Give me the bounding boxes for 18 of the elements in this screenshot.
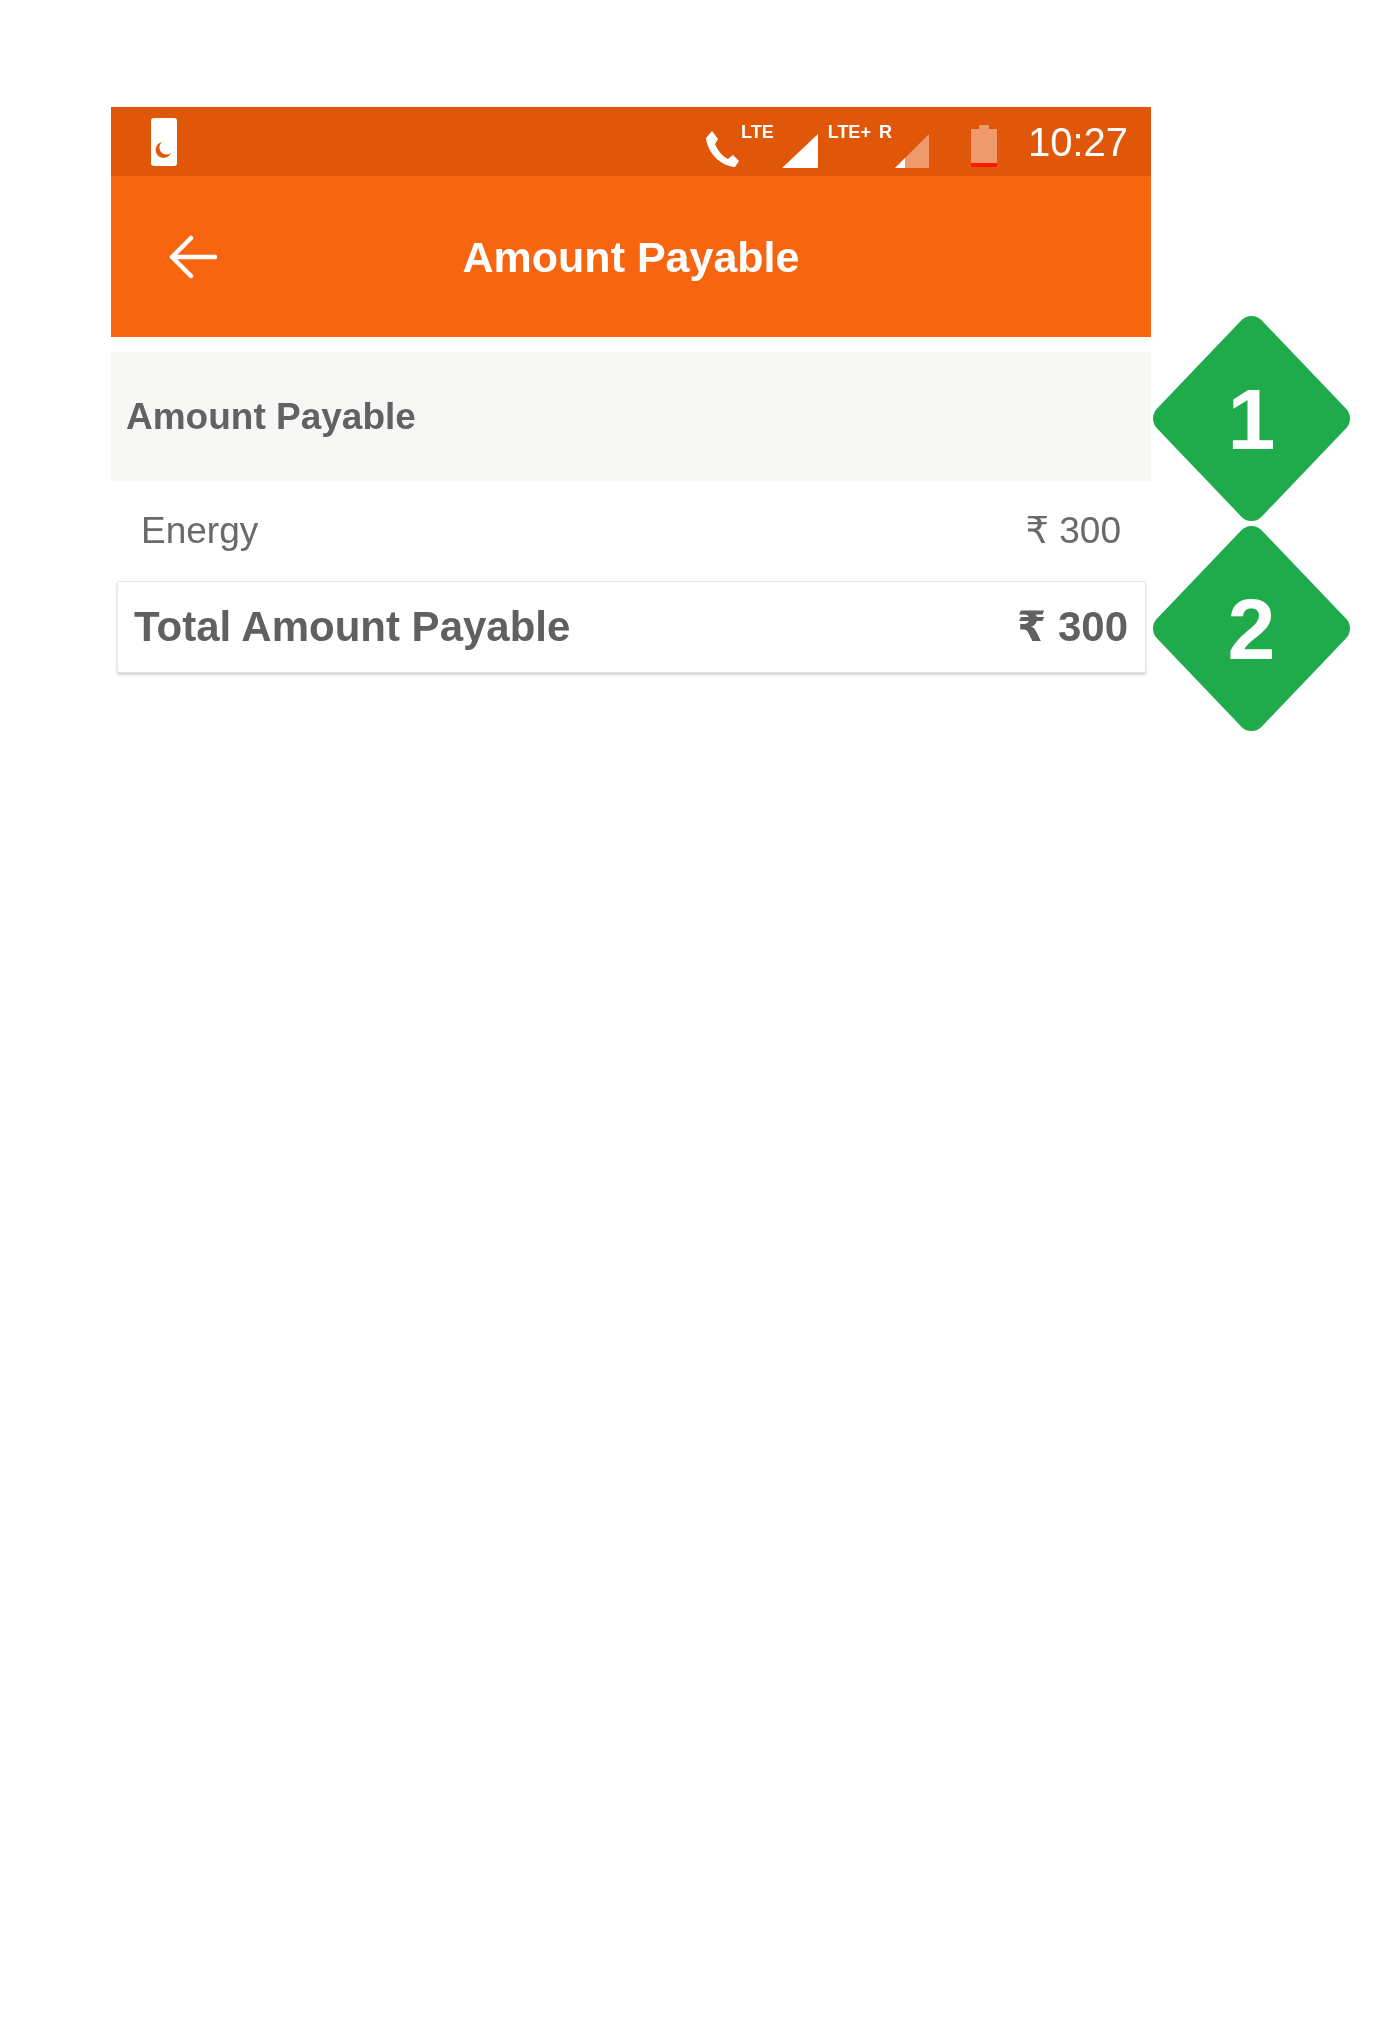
phone-moon-icon [151,117,177,166]
network-type-label: LTE [741,123,774,141]
network-type-label: LTE+ [827,123,871,141]
signal-icon [894,133,929,168]
clock-time: 10:27 [1027,118,1128,165]
total-label: Total Amount Payable [134,602,571,652]
signal-icon [781,133,818,168]
step-badge: 1 [1153,316,1350,521]
battery-icon [970,124,997,167]
item-label: Energy [141,508,259,553]
section-title: Amount Payable [126,394,416,439]
step-badge: 2 [1153,526,1350,731]
total-amount: ₹ 300 [1017,602,1128,652]
item-amount: ₹ 300 [1025,508,1121,553]
screen-title: Amount Payable [462,231,800,282]
phone-call-icon [705,129,740,168]
roaming-label: R [878,123,892,141]
back-arrow-icon[interactable] [167,234,217,280]
